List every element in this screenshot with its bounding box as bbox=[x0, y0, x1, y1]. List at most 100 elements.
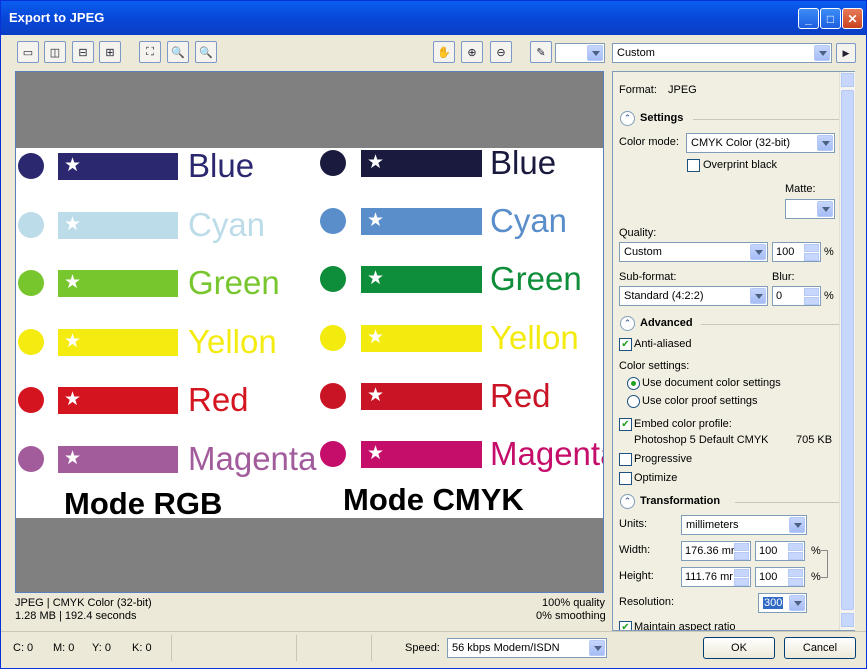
optimize-label: Optimize bbox=[634, 472, 678, 484]
progressive-checkbox[interactable] bbox=[619, 453, 632, 466]
height-spinner[interactable]: 111.76 mr bbox=[681, 567, 751, 587]
quality-dropdown[interactable]: Custom bbox=[619, 242, 768, 262]
collapse-advanced-icon[interactable]: ⌃ bbox=[620, 316, 635, 331]
window-title: Export to JPEG bbox=[9, 10, 105, 25]
chevron-down-icon bbox=[817, 135, 833, 151]
toolbar: ▭ ◫ ⊟ ⊞ ⛶ 🔍 🔍 ✋ ⊕ ⊖ ✎ Custom ▶ bbox=[1, 35, 866, 71]
use-proof-color-radio[interactable] bbox=[627, 395, 640, 408]
color-bar: ★ bbox=[58, 211, 178, 239]
quad-view-icon[interactable]: ⊞ bbox=[99, 41, 121, 63]
scroll-up-icon[interactable] bbox=[841, 73, 854, 87]
advanced-header: Advanced bbox=[640, 317, 693, 329]
profile-size: 705 KB bbox=[796, 434, 833, 446]
scroll-thumb[interactable] bbox=[841, 90, 854, 610]
height-label: Height: bbox=[619, 570, 654, 582]
quality-label: Quality: bbox=[619, 227, 657, 239]
units-dropdown[interactable]: millimeters bbox=[681, 515, 807, 535]
zoom-in-icon[interactable]: ⊕ bbox=[461, 41, 483, 63]
chevron-down-icon bbox=[814, 45, 830, 61]
resolution-label: Resolution: bbox=[619, 596, 675, 608]
use-document-color-radio[interactable] bbox=[627, 377, 640, 390]
optimize-checkbox[interactable] bbox=[619, 472, 632, 485]
star-icon: ★ bbox=[64, 272, 82, 293]
maximize-button[interactable]: □ bbox=[820, 8, 841, 29]
single-view-icon[interactable]: ▭ bbox=[17, 41, 39, 63]
overprint-black-checkbox[interactable] bbox=[687, 159, 700, 172]
color-dot bbox=[320, 382, 346, 409]
color-mode-dropdown[interactable]: CMYK Color (32-bit) bbox=[686, 133, 835, 153]
zoom-out-icon[interactable]: ⊖ bbox=[490, 41, 512, 63]
settings-header: Settings bbox=[640, 112, 684, 124]
blur-spinner[interactable]: 0 bbox=[772, 286, 821, 306]
color-settings-label: Color settings: bbox=[619, 360, 690, 372]
color-dot bbox=[18, 270, 44, 296]
height-percent-spinner[interactable]: 100 bbox=[755, 567, 805, 587]
maintain-aspect-label: Maintain aspect ratio bbox=[634, 621, 736, 631]
zoom-100-icon[interactable]: 🔍 bbox=[195, 41, 217, 63]
color-label: Blue bbox=[188, 147, 255, 184]
subformat-dropdown[interactable]: Standard (4:2:2) bbox=[619, 286, 768, 306]
eyedropper-icon[interactable]: ✎ bbox=[530, 41, 552, 63]
minimize-button[interactable]: _ bbox=[798, 8, 819, 29]
star-icon: ★ bbox=[64, 389, 82, 410]
color-bar: ★ bbox=[361, 266, 482, 294]
profile-name: Photoshop 5 Default CMYK bbox=[634, 434, 769, 446]
panel-scrollbar[interactable] bbox=[839, 72, 855, 630]
status-quality: 100% quality bbox=[542, 597, 605, 609]
pan-hand-icon[interactable]: ✋ bbox=[433, 41, 455, 63]
star-icon: ★ bbox=[64, 213, 82, 235]
color-label: Green bbox=[188, 264, 280, 301]
preset-dropdown[interactable]: Custom bbox=[612, 43, 832, 63]
color-label: Cyan bbox=[490, 202, 568, 240]
collapse-transformation-icon[interactable]: ⌃ bbox=[620, 494, 635, 509]
anti-aliased-checkbox[interactable]: ✔ bbox=[619, 338, 632, 351]
chevron-down-icon bbox=[789, 595, 805, 611]
speed-dropdown[interactable]: 56 kbps Modem/ISDN bbox=[447, 638, 607, 658]
overprint-black-label: Overprint black bbox=[703, 159, 777, 171]
subformat-label: Sub-format: bbox=[619, 271, 677, 283]
units-label: Units: bbox=[619, 518, 648, 530]
image-preview[interactable]: ★ Blue ★ Cyan ★ Green ★ Yellon ★ Red ★ Magenta ★ Blu… bbox=[15, 71, 604, 593]
aspect-link-bracket bbox=[821, 550, 828, 578]
next-arrow-icon[interactable]: ▶ bbox=[836, 43, 856, 63]
star-icon: ★ bbox=[367, 326, 385, 348]
blur-pct: % bbox=[824, 290, 834, 302]
width-percent-spinner[interactable]: 100 bbox=[755, 541, 805, 561]
ok-button[interactable]: OK bbox=[703, 637, 775, 659]
color-bar: ★ bbox=[361, 441, 482, 468]
chevron-down-icon bbox=[750, 244, 766, 260]
bottom-bar: C: 0 M: 0 Y: 0 K: 0 Speed: 56 kbps Modem… bbox=[1, 631, 866, 668]
chevron-down-icon bbox=[817, 201, 833, 217]
color-label: Blue bbox=[490, 144, 557, 181]
matte-dropdown[interactable] bbox=[785, 199, 835, 219]
resolution-dropdown[interactable]: 300 bbox=[758, 593, 807, 613]
cancel-button[interactable]: Cancel bbox=[784, 637, 856, 659]
collapse-settings-icon[interactable]: ⌃ bbox=[620, 111, 635, 126]
color-picker-dropdown[interactable] bbox=[555, 43, 605, 63]
zoom-1to1-icon[interactable]: 🔍 bbox=[167, 41, 189, 63]
scroll-down-icon[interactable] bbox=[841, 613, 854, 627]
use-document-color-label: Use document color settings bbox=[642, 377, 781, 389]
split-horizontal-icon[interactable]: ⊟ bbox=[72, 41, 94, 63]
status-format: JPEG | CMYK Color (32-bit) bbox=[15, 597, 152, 609]
color-bar: ★ bbox=[361, 382, 482, 410]
settings-panel: Format: JPEG ⌃ Settings Color mode: CMYK… bbox=[612, 71, 855, 631]
embed-profile-label: Embed color profile: bbox=[634, 418, 732, 430]
color-dot bbox=[18, 153, 44, 179]
color-label: Cyan bbox=[188, 205, 266, 243]
color-bar: ★ bbox=[361, 150, 482, 177]
status-size: 1.28 MB | 192.4 seconds bbox=[15, 610, 137, 622]
quality-spinner[interactable]: 100 bbox=[772, 242, 821, 262]
maintain-aspect-checkbox[interactable]: ✔ bbox=[619, 621, 632, 630]
color-dot bbox=[18, 211, 44, 238]
width-pct: % bbox=[811, 545, 821, 557]
color-dot bbox=[18, 387, 44, 413]
split-vertical-icon[interactable]: ◫ bbox=[44, 41, 66, 63]
color-dot bbox=[18, 328, 44, 355]
embed-profile-checkbox[interactable]: ✔ bbox=[619, 418, 632, 431]
width-spinner[interactable]: 176.36 mr bbox=[681, 541, 751, 561]
star-icon: ★ bbox=[64, 155, 82, 176]
close-button[interactable]: ✕ bbox=[842, 8, 863, 29]
fit-to-window-icon[interactable]: ⛶ bbox=[139, 41, 161, 63]
star-icon: ★ bbox=[64, 330, 82, 352]
